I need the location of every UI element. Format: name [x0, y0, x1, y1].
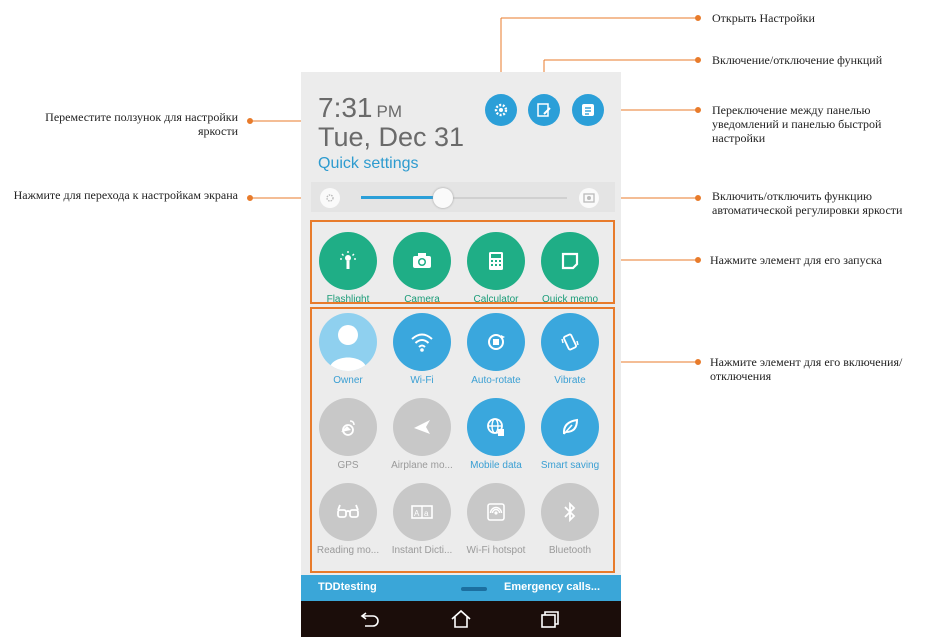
back-icon: [360, 612, 379, 627]
notifications-toggle-button[interactable]: [572, 94, 604, 126]
recent-apps-button[interactable]: [538, 607, 562, 631]
navigation-bar: [301, 601, 621, 637]
emergency-calls-label[interactable]: Emergency calls...: [504, 581, 600, 593]
sun-icon: [326, 194, 334, 202]
clock: 7:31 PM: [318, 92, 402, 123]
date: Tue, Dec 31: [318, 122, 465, 152]
display-settings-button[interactable]: [320, 188, 340, 208]
home-icon: [451, 609, 471, 628]
recent-apps-icon: [541, 611, 559, 628]
edit-icon: [537, 103, 551, 117]
launch-annotation: Нажмите элемент для его запуска: [710, 253, 882, 267]
auto-brightness-icon: [583, 193, 595, 203]
slider-annotation: Переместите ползунок для настройки яркос…: [45, 110, 238, 138]
back-button[interactable]: [358, 607, 382, 631]
settings-button[interactable]: [485, 94, 517, 126]
drag-handle[interactable]: [461, 587, 487, 591]
quick-settings-panel: 7:31 PM Tue, Dec 31 Quick settings Flashl…: [301, 72, 621, 637]
edit-features-button[interactable]: [528, 94, 560, 126]
switch-panel-annotation: Переключение между панелью уведомлений и…: [712, 103, 882, 145]
settings-annotation: Открыть Настройки: [712, 11, 815, 25]
toggle-annotation: Нажмите элемент для его включения/отключ…: [710, 355, 903, 383]
toggle-group-highlight: [310, 307, 615, 573]
status-bar: TDDtesting Emergency calls...: [301, 575, 621, 601]
auto-brightness-button[interactable]: [579, 188, 599, 208]
launch-group-highlight: [310, 220, 615, 304]
toggle-features-annotation: Включение/отключение функций: [712, 53, 883, 67]
carrier-label: TDDtesting: [318, 581, 377, 593]
brightness-fill: [361, 196, 444, 199]
auto-brightness-annotation: Включить/отключить функцию автоматическо…: [712, 189, 903, 217]
gear-icon: [494, 103, 508, 117]
list-icon: [582, 104, 594, 116]
display-settings-annotation: Нажмите для перехода к настройкам экрана: [13, 188, 238, 202]
home-button[interactable]: [449, 607, 473, 631]
quick-settings-title: Quick settings: [318, 155, 419, 172]
